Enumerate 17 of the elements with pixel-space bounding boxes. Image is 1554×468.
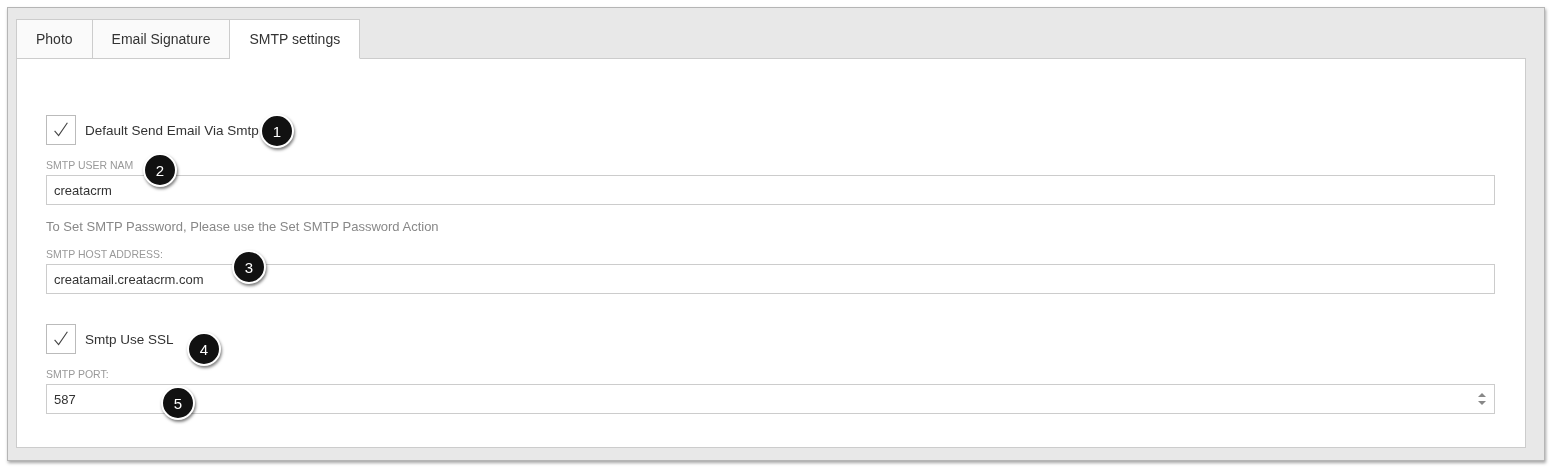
help-text: To Set SMTP Password, Please use the Set SMTP Password Action xyxy=(46,219,439,234)
spinner-icon[interactable] xyxy=(1477,390,1487,408)
callout-badge: 2 xyxy=(143,153,177,187)
field-label: SMTP USER NAM xyxy=(46,159,134,173)
tab[interactable]: Photo xyxy=(16,19,93,59)
callout-badge: 4 xyxy=(187,332,221,366)
field-label: SMTP HOST ADDRESS: xyxy=(46,248,163,262)
checkbox-label: Default Send Email Via Smtp xyxy=(85,122,259,138)
callout-badge: 1 xyxy=(260,114,294,148)
tab[interactable]: SMTP settings xyxy=(230,19,361,59)
input-field[interactable]: creatacrm xyxy=(46,175,1495,205)
field-label: SMTP PORT: xyxy=(46,368,109,382)
checkbox[interactable] xyxy=(46,324,76,354)
checkbox-label: Smtp Use SSL xyxy=(85,331,174,347)
tab[interactable]: Email Signature xyxy=(92,19,231,59)
callout-badge: 3 xyxy=(232,250,266,284)
checkbox[interactable] xyxy=(46,115,76,145)
